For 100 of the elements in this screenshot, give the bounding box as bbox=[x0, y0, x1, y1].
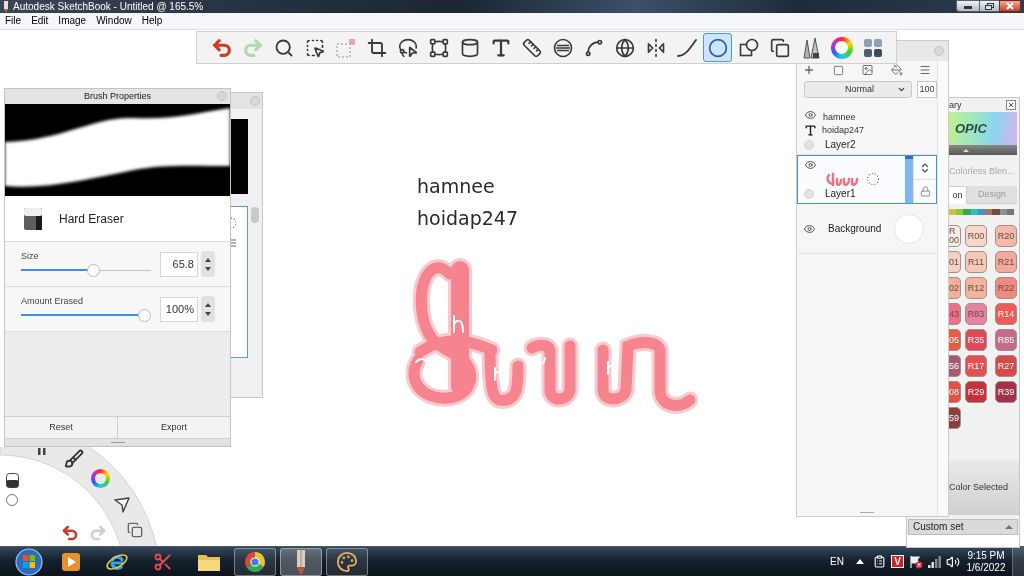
menu-item[interactable]: File bbox=[5, 16, 22, 26]
hue-family-swatch[interactable] bbox=[956, 209, 964, 215]
marker-swatch[interactable]: R21 bbox=[995, 251, 1017, 273]
taskbar-app-button[interactable] bbox=[326, 547, 368, 576]
spinner-control[interactable] bbox=[201, 251, 215, 277]
minimize-button[interactable] bbox=[956, 0, 980, 12]
eye-icon[interactable] bbox=[804, 158, 817, 171]
square-icon[interactable] bbox=[831, 64, 845, 76]
menu-item[interactable]: Window bbox=[96, 16, 132, 26]
caret-down-icon[interactable] bbox=[205, 266, 211, 271]
signal-bars-icon[interactable] bbox=[928, 555, 942, 568]
taskbar-app-button[interactable] bbox=[280, 547, 322, 576]
slider-thumb[interactable] bbox=[86, 263, 100, 277]
scrollbar-thumb[interactable] bbox=[251, 207, 259, 223]
copy-icon[interactable] bbox=[127, 522, 143, 538]
menu-item[interactable]: Image bbox=[58, 16, 87, 26]
grip-handle[interactable] bbox=[5, 438, 230, 446]
taskbar-app-button[interactable] bbox=[234, 547, 276, 576]
marker-swatch[interactable]: R29 bbox=[965, 381, 987, 403]
hue-family-swatch[interactable] bbox=[992, 209, 1000, 215]
menu-item[interactable]: Edit bbox=[31, 16, 49, 26]
show-desktop-button[interactable] bbox=[1012, 547, 1024, 576]
value-field[interactable]: 100% bbox=[160, 296, 198, 322]
hue-family-swatch[interactable] bbox=[970, 209, 978, 215]
paint-bucket-icon[interactable] bbox=[890, 64, 903, 76]
hue-family-swatch[interactable] bbox=[963, 209, 971, 215]
marker-swatch[interactable]: R11 bbox=[965, 251, 987, 273]
hue-family-swatch[interactable] bbox=[977, 209, 986, 215]
marker-swatch[interactable]: 56 bbox=[949, 355, 961, 377]
caret-up-icon[interactable] bbox=[856, 559, 864, 564]
slider-thumb[interactable] bbox=[138, 308, 151, 322]
curved-line-icon bbox=[676, 37, 697, 58]
layer-name: Layer2 bbox=[825, 140, 856, 150]
marker-swatch[interactable]: R35 bbox=[965, 329, 987, 351]
marker-swatch[interactable]: 01 bbox=[949, 251, 961, 273]
plus-icon[interactable] bbox=[803, 64, 815, 76]
clock-date[interactable]: 1/6/2022 bbox=[966, 562, 1006, 573]
brush-icon[interactable] bbox=[64, 449, 84, 469]
slider-label: Size bbox=[21, 251, 40, 261]
bars-icon[interactable] bbox=[38, 448, 46, 455]
maximize-button[interactable] bbox=[980, 0, 999, 12]
marker-swatch[interactable]: R85 bbox=[995, 329, 1017, 351]
status-text: Color Selected bbox=[949, 483, 1009, 492]
pointer-icon[interactable] bbox=[114, 497, 130, 513]
hue-family-swatch[interactable] bbox=[949, 209, 957, 215]
caret-down-icon[interactable] bbox=[205, 311, 211, 316]
hue-family-swatch[interactable] bbox=[985, 209, 993, 215]
opacity-field[interactable]: 100 bbox=[917, 80, 937, 98]
blend-mode-dropdown[interactable]: Normal bbox=[804, 80, 912, 98]
eraser-icon[interactable] bbox=[6, 473, 19, 488]
caret-up-icon[interactable] bbox=[205, 257, 211, 262]
marker-swatch[interactable]: 05 bbox=[949, 329, 961, 351]
move-handle-icon[interactable] bbox=[919, 161, 931, 174]
marker-swatch[interactable]: R 00 bbox=[949, 225, 961, 247]
language-indicator[interactable]: EN bbox=[830, 556, 844, 567]
minimize-icon bbox=[964, 6, 972, 9]
marker-swatch[interactable]: R22 bbox=[995, 277, 1017, 299]
panel-title: Brush Properties bbox=[84, 92, 151, 101]
marker-swatch[interactable]: R12 bbox=[965, 277, 987, 299]
marker-swatch[interactable]: R00 bbox=[965, 225, 987, 247]
eye-icon[interactable] bbox=[804, 109, 817, 121]
marker-swatch[interactable]: 59 bbox=[949, 407, 961, 429]
ime-indicator[interactable]: V bbox=[891, 555, 904, 568]
speaker-icon[interactable] bbox=[946, 554, 960, 569]
eye-icon[interactable] bbox=[803, 223, 816, 235]
window-title: Autodesk SketchBook - Untitled @ 165.5% bbox=[13, 1, 204, 12]
start-button[interactable] bbox=[14, 546, 44, 576]
hue-family-swatch[interactable] bbox=[999, 209, 1007, 215]
image-icon[interactable] bbox=[861, 64, 874, 76]
tool-button[interactable] bbox=[703, 33, 732, 62]
marker-swatch[interactable]: 02 bbox=[949, 277, 961, 299]
hue-family-swatch[interactable] bbox=[1006, 209, 1014, 215]
clock-time[interactable]: 9:15 PM bbox=[967, 550, 1005, 561]
slider-track[interactable] bbox=[21, 308, 151, 322]
library-tab[interactable]: on bbox=[949, 186, 967, 204]
marker-swatch[interactable]: 08 bbox=[949, 381, 961, 403]
marker-swatch[interactable]: R27 bbox=[995, 355, 1017, 377]
background-color-swatch[interactable] bbox=[894, 214, 924, 244]
slider-track[interactable] bbox=[21, 263, 151, 277]
marker-swatch[interactable]: R17 bbox=[965, 355, 987, 377]
clipboard-icon[interactable] bbox=[873, 555, 886, 568]
menu-icon[interactable] bbox=[919, 64, 931, 76]
value-field[interactable]: 65.8 bbox=[160, 251, 198, 277]
ellipse-icon bbox=[707, 36, 728, 59]
dotted-circle-icon[interactable] bbox=[866, 172, 880, 186]
circle-segments-icon bbox=[244, 550, 266, 573]
lock-icon[interactable] bbox=[919, 186, 931, 197]
layer-item[interactable]: Layer1 bbox=[797, 155, 937, 204]
marker-swatch[interactable]: R39 bbox=[995, 381, 1017, 403]
custom-set-bar[interactable]: Custom set bbox=[908, 519, 1018, 535]
caret-up-icon[interactable] bbox=[205, 302, 211, 307]
menu-item[interactable]: Help bbox=[141, 16, 163, 26]
symmetry-icon bbox=[645, 37, 666, 58]
close-button[interactable] bbox=[999, 0, 1021, 12]
close-box-icon[interactable] bbox=[1006, 100, 1016, 110]
marker-swatch[interactable]: R20 bbox=[995, 225, 1017, 247]
layer-preview-text: hamnee bbox=[823, 112, 856, 122]
pencil-icon bbox=[295, 548, 307, 575]
spinner-control[interactable] bbox=[201, 296, 215, 322]
flag-alert-icon[interactable] bbox=[909, 554, 923, 569]
